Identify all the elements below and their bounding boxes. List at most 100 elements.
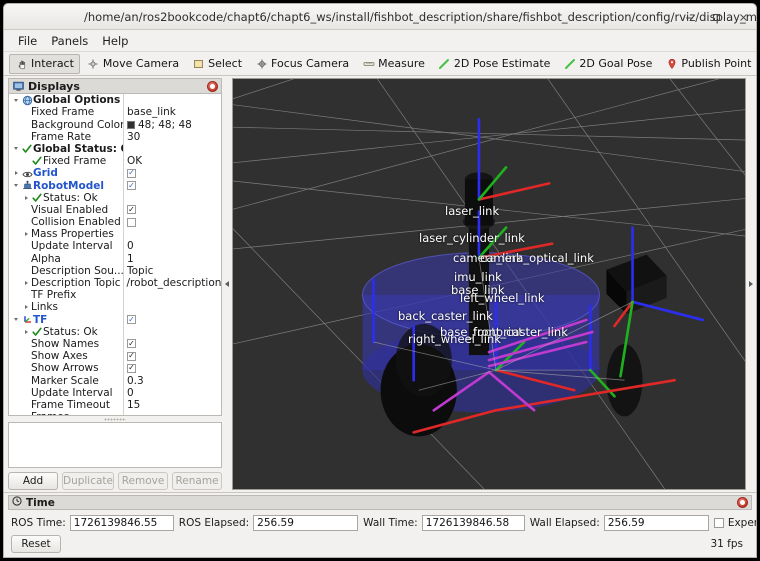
displays-dock: Displays Global Options Fixed Frame base_l… [4,76,222,492]
tool-interact[interactable]: Interact [9,53,80,74]
tree-row[interactable]: Fixed Frame OK [9,155,221,167]
tree-row-value-cell[interactable]: 30 [123,131,140,143]
tree-row-checkbox[interactable]: ✓ [127,363,136,373]
chevron-right-icon[interactable] [21,196,31,200]
tree-row[interactable]: Show Names ✓ [9,338,221,350]
tree-row-value-cell[interactable]: ✓ [123,168,136,178]
chevron-down-icon[interactable] [11,147,21,150]
tree-row[interactable]: Visual Enabled ✓ [9,204,221,216]
tree-row[interactable]: Description Topic/robot_description [9,277,221,289]
menu-file[interactable]: File [11,32,44,50]
chevron-down-icon[interactable] [11,99,21,102]
tree-row[interactable]: TF ✓ [9,313,221,326]
tree-row-value-cell[interactable]: ✓ [123,315,136,325]
minimize-button[interactable] [682,10,696,24]
tree-row-value-cell[interactable]: /robot_description [123,277,221,289]
tree-row-value-cell[interactable]: base_link [123,106,176,118]
chevron-down-icon[interactable] [11,184,21,187]
tree-row[interactable]: Frame Timeout 15 [9,399,221,411]
tree-row[interactable]: Global Status: Ok [9,143,221,155]
duplicate-button[interactable]: Duplicate [62,471,114,490]
tree-row-value-cell[interactable]: ✓ [123,181,136,191]
close-button[interactable] [736,10,750,24]
tree-row-value-cell[interactable]: 48; 48; 48 [123,119,192,131]
tool-2d-pose-estimate[interactable]: 2D Pose Estimate [432,54,557,74]
tool-measure[interactable]: Measure [356,54,431,74]
tree-row-label: TF Prefix [31,289,77,302]
close-icon[interactable] [207,80,218,92]
chevron-down-icon[interactable] [11,318,21,321]
reset-button[interactable]: Reset [11,535,61,553]
tree-row[interactable]: Links [9,301,221,313]
tool-focus-camera[interactable]: Focus Camera [249,54,355,74]
tree-row[interactable]: Grid ✓ [9,167,221,179]
tree-row-value-cell[interactable] [123,217,136,227]
color-swatch[interactable] [127,120,135,129]
tree-row[interactable]: Background Color 48; 48; 48 [9,118,221,131]
time-close-icon[interactable] [737,497,748,508]
tree-row[interactable]: Show Axes ✓ [9,350,221,362]
tree-row[interactable]: Status: Ok [9,326,221,338]
tree-row[interactable]: Mass Properties [9,228,221,240]
tree-row[interactable]: RobotModel ✓ [9,179,221,192]
chevron-right-icon[interactable] [21,330,31,334]
tree-row[interactable]: Description Sou... Topic [9,265,221,277]
tree-row[interactable]: Frames [9,411,221,416]
maximize-button[interactable] [709,10,723,24]
tree-row[interactable]: TF Prefix [9,289,221,301]
chevron-right-icon[interactable] [21,415,31,416]
chevron-right-icon[interactable] [21,281,31,285]
tree-row-value-cell[interactable]: ✓ [123,205,136,215]
tree-row-checkbox[interactable] [127,217,136,227]
menu-panels[interactable]: Panels [44,32,95,50]
right-dock-splitter[interactable] [746,76,756,492]
tree-row-checkbox[interactable]: ✓ [127,181,136,191]
rename-button[interactable]: Rename [172,471,222,490]
tree-row-checkbox[interactable]: ✓ [127,168,136,178]
experimental-toggle[interactable]: Experimental [713,517,756,529]
experimental-checkbox[interactable] [713,518,724,528]
tree-row-value-cell[interactable]: OK [123,155,142,167]
tree-row[interactable]: Collision Enabled [9,216,221,228]
tree-row[interactable]: Global Options [9,94,221,106]
ros-time-input[interactable]: 1726139846.55 [69,515,174,531]
tool-move-camera[interactable]: Move Camera [81,54,185,74]
add-button[interactable]: Add [8,471,58,490]
wall-elapsed-input[interactable]: 256.59 [603,515,709,531]
tree-row-value-cell[interactable]: 0 [123,240,134,252]
tree-row[interactable]: Frame Rate 30 [9,131,221,143]
tree-row[interactable]: Status: Ok [9,192,221,204]
tool-select[interactable]: Select [186,54,248,74]
tree-row[interactable]: Alpha 1 [9,253,221,265]
tool-publish-point[interactable]: Publish Point [659,54,756,74]
tree-row[interactable]: Fixed Frame base_link [9,106,221,118]
tree-row[interactable]: Marker Scale 0.3 [9,374,221,387]
displays-tree[interactable]: Global Options Fixed Frame base_link Backgr… [8,93,222,416]
tree-row-value-cell[interactable]: 1 [123,253,134,265]
tree-row-value-cell[interactable]: 15 [123,399,140,411]
tree-row-value-cell[interactable]: Topic [123,265,153,277]
remove-button[interactable]: Remove [118,471,168,490]
tree-row[interactable]: Update Interval 0 [9,387,221,399]
chevron-right-icon[interactable] [21,232,31,236]
chevron-right-icon[interactable] [11,171,21,175]
tree-row-value-cell[interactable]: ✓ [123,363,136,373]
tree-row-value-cell[interactable]: 0 [123,387,134,399]
tree-row[interactable]: Update Interval 0 [9,240,221,252]
tree-row-checkbox[interactable]: ✓ [127,351,136,361]
tree-row[interactable]: Show Arrows ✓ [9,362,221,374]
tree-row-value-cell[interactable]: ✓ [123,339,136,349]
tree-row-checkbox[interactable]: ✓ [127,339,136,349]
tree-row-value-cell[interactable]: ✓ [123,351,136,361]
3d-viewport[interactable]: laser_link laser_cylinder_link camera_link… [232,78,746,490]
camera-box [606,254,667,314]
chevron-right-icon[interactable] [21,305,31,309]
ros-elapsed-input[interactable]: 256.59 [253,515,359,531]
tree-row-value-cell[interactable]: 0.3 [123,375,144,387]
menu-help[interactable]: Help [95,32,135,50]
wall-time-input[interactable]: 1726139846.58 [421,515,525,531]
tool-2d-goal-pose[interactable]: 2D Goal Pose [557,54,658,74]
tree-row-checkbox[interactable]: ✓ [127,315,136,325]
tree-row-checkbox[interactable]: ✓ [127,205,136,215]
dock-view-splitter[interactable] [222,76,232,492]
